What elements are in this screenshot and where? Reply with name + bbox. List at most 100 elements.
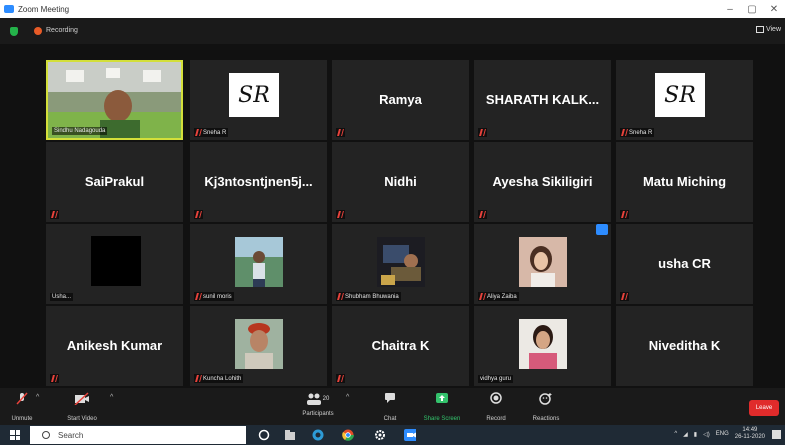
battery-icon[interactable]: ▮	[694, 431, 697, 438]
zoom-app-icon	[4, 5, 14, 13]
participant-tile[interactable]: usha CR	[616, 224, 753, 304]
participant-name: usha CR	[658, 256, 711, 271]
notification-center-icon[interactable]	[772, 430, 781, 439]
view-button[interactable]: View	[755, 26, 781, 33]
participants-label: Participants	[302, 411, 334, 417]
participant-name-tag	[336, 374, 345, 383]
audio-options-chevron-icon[interactable]: ^	[36, 394, 39, 401]
zoom-taskbar-icon[interactable]	[404, 429, 416, 441]
participant-tile-video[interactable]: Sindhu Nadagouda	[46, 60, 183, 140]
participant-name-tag	[620, 210, 629, 219]
recording-label: Recording	[46, 27, 78, 34]
reactions-icon	[539, 393, 552, 405]
windows-start-icon[interactable]	[10, 430, 20, 440]
video-options-chevron-icon[interactable]: ^	[110, 394, 113, 401]
muted-mic-icon	[621, 129, 628, 136]
participant-name: Sneha R	[203, 129, 227, 136]
start-video-button[interactable]: Start Video	[52, 392, 112, 422]
file-explorer-icon[interactable]	[284, 429, 296, 441]
security-shield-icon[interactable]	[10, 27, 18, 36]
muted-mic-icon	[337, 129, 344, 136]
network-icon[interactable]: ◢	[683, 431, 688, 438]
chrome-browser-icon[interactable]	[342, 429, 354, 441]
start-video-label: Start Video	[67, 416, 97, 422]
video-on-icon	[596, 224, 608, 235]
participant-name: Kj3ntosntjnen5j...	[204, 174, 313, 189]
participant-name-tag: Kuncha Lohith	[194, 374, 244, 383]
participant-name: Ayesha Sikiligiri	[492, 174, 593, 189]
reactions-button[interactable]: Reactions	[516, 392, 576, 422]
participant-tile[interactable]: Chaitra K	[332, 306, 469, 386]
unmute-label: Unmute	[11, 416, 33, 422]
participant-name: Chaitra K	[371, 338, 430, 353]
title-bar: Zoom Meeting – ▢ ✕	[0, 0, 785, 18]
taskbar-clock[interactable]: 14:49 26-11-2020	[735, 427, 765, 441]
participant-tile-logo[interactable]: SR Sneha R	[616, 60, 753, 140]
participant-name: sunil moris	[203, 293, 232, 300]
reactions-label: Reactions	[532, 416, 560, 422]
participant-name: Usha...	[52, 294, 72, 300]
participant-tile[interactable]: Kj3ntosntjnen5j...	[190, 142, 327, 222]
muted-mic-icon	[621, 211, 628, 218]
windows-taskbar: Search ^ ◢ ▮ ◁) ENG 14:49 26-11-2020	[0, 425, 785, 445]
volume-icon[interactable]: ◁)	[703, 431, 710, 438]
participant-tile[interactable]: Anikesh Kumar	[46, 306, 183, 386]
participant-name-tag: vidhya guru	[478, 375, 514, 383]
clock-time: 14:49	[742, 427, 758, 433]
profile-photo	[235, 319, 283, 369]
task-view-icon[interactable]	[258, 429, 270, 441]
participants-options-chevron-icon[interactable]: ^	[346, 394, 349, 401]
participant-tile[interactable]: Ayesha Sikiligiri	[474, 142, 611, 222]
participant-tile[interactable]: Niveditha K	[616, 306, 753, 386]
muted-mic-icon	[337, 293, 344, 300]
participant-tile-photo[interactable]: Shubham Bhuwania	[332, 224, 469, 304]
taskbar-search-box[interactable]: Search	[30, 426, 246, 444]
meeting-top-bar: Recording View	[0, 18, 785, 44]
participant-name: Sindhu Nadagouda	[54, 128, 106, 134]
participant-tile-photo[interactable]: sunil moris	[190, 224, 327, 304]
participant-name: Sneha R	[629, 129, 653, 136]
participant-name-tag	[478, 210, 487, 219]
chat-button[interactable]: Chat	[360, 392, 420, 422]
window-title: Zoom Meeting	[18, 4, 70, 14]
muted-mic-icon	[337, 375, 344, 382]
participant-tile[interactable]: SHARATH KALK...	[474, 60, 611, 140]
participant-name-tag	[336, 210, 345, 219]
muted-mic-icon	[195, 129, 202, 136]
share-screen-label: Share Screen	[423, 416, 461, 422]
window-controls: – ▢ ✕	[719, 0, 785, 18]
participant-tile-photo[interactable]: vidhya guru	[474, 306, 611, 386]
participant-name-tag	[336, 128, 345, 137]
settings-gear-icon[interactable]	[374, 429, 386, 441]
share-screen-button[interactable]: Share Screen	[412, 392, 472, 422]
participant-tile[interactable]: Nidhi	[332, 142, 469, 222]
participant-name: Nidhi	[384, 174, 417, 189]
muted-mic-icon	[479, 211, 486, 218]
close-button[interactable]: ✕	[763, 0, 785, 18]
participant-tile-photo[interactable]: Aliya Zaiba	[474, 224, 611, 304]
tray-expand-chevron-icon[interactable]: ^	[674, 431, 677, 437]
participant-tile[interactable]: Matu Miching	[616, 142, 753, 222]
language-indicator[interactable]: ENG	[716, 431, 729, 437]
participant-name-tag	[478, 128, 487, 137]
participant-tile[interactable]: SaiPrakul	[46, 142, 183, 222]
leave-button[interactable]: Leave	[749, 400, 779, 416]
participant-name-tag	[194, 210, 203, 219]
video-off-icon	[74, 392, 89, 406]
participant-name: Shubham Bhuwania	[345, 293, 399, 300]
participants-icon	[306, 393, 321, 405]
profile-photo	[519, 319, 567, 369]
participants-button[interactable]: 20 Participants	[288, 392, 348, 417]
minimize-button[interactable]: –	[719, 0, 741, 18]
edge-browser-icon[interactable]	[312, 429, 324, 441]
search-placeholder: Search	[58, 430, 84, 440]
profile-photo	[377, 237, 425, 287]
participant-tile-photo[interactable]: Kuncha Lohith	[190, 306, 327, 386]
participant-tile[interactable]: Ramya	[332, 60, 469, 140]
participant-tile-logo[interactable]: SR Sneha R	[190, 60, 327, 140]
participant-name-tag: Usha...	[50, 293, 74, 301]
chat-label: Chat	[383, 416, 397, 422]
participant-tile-black[interactable]: Usha...	[46, 224, 183, 304]
participants-count: 20	[322, 395, 330, 402]
maximize-button[interactable]: ▢	[741, 0, 763, 18]
